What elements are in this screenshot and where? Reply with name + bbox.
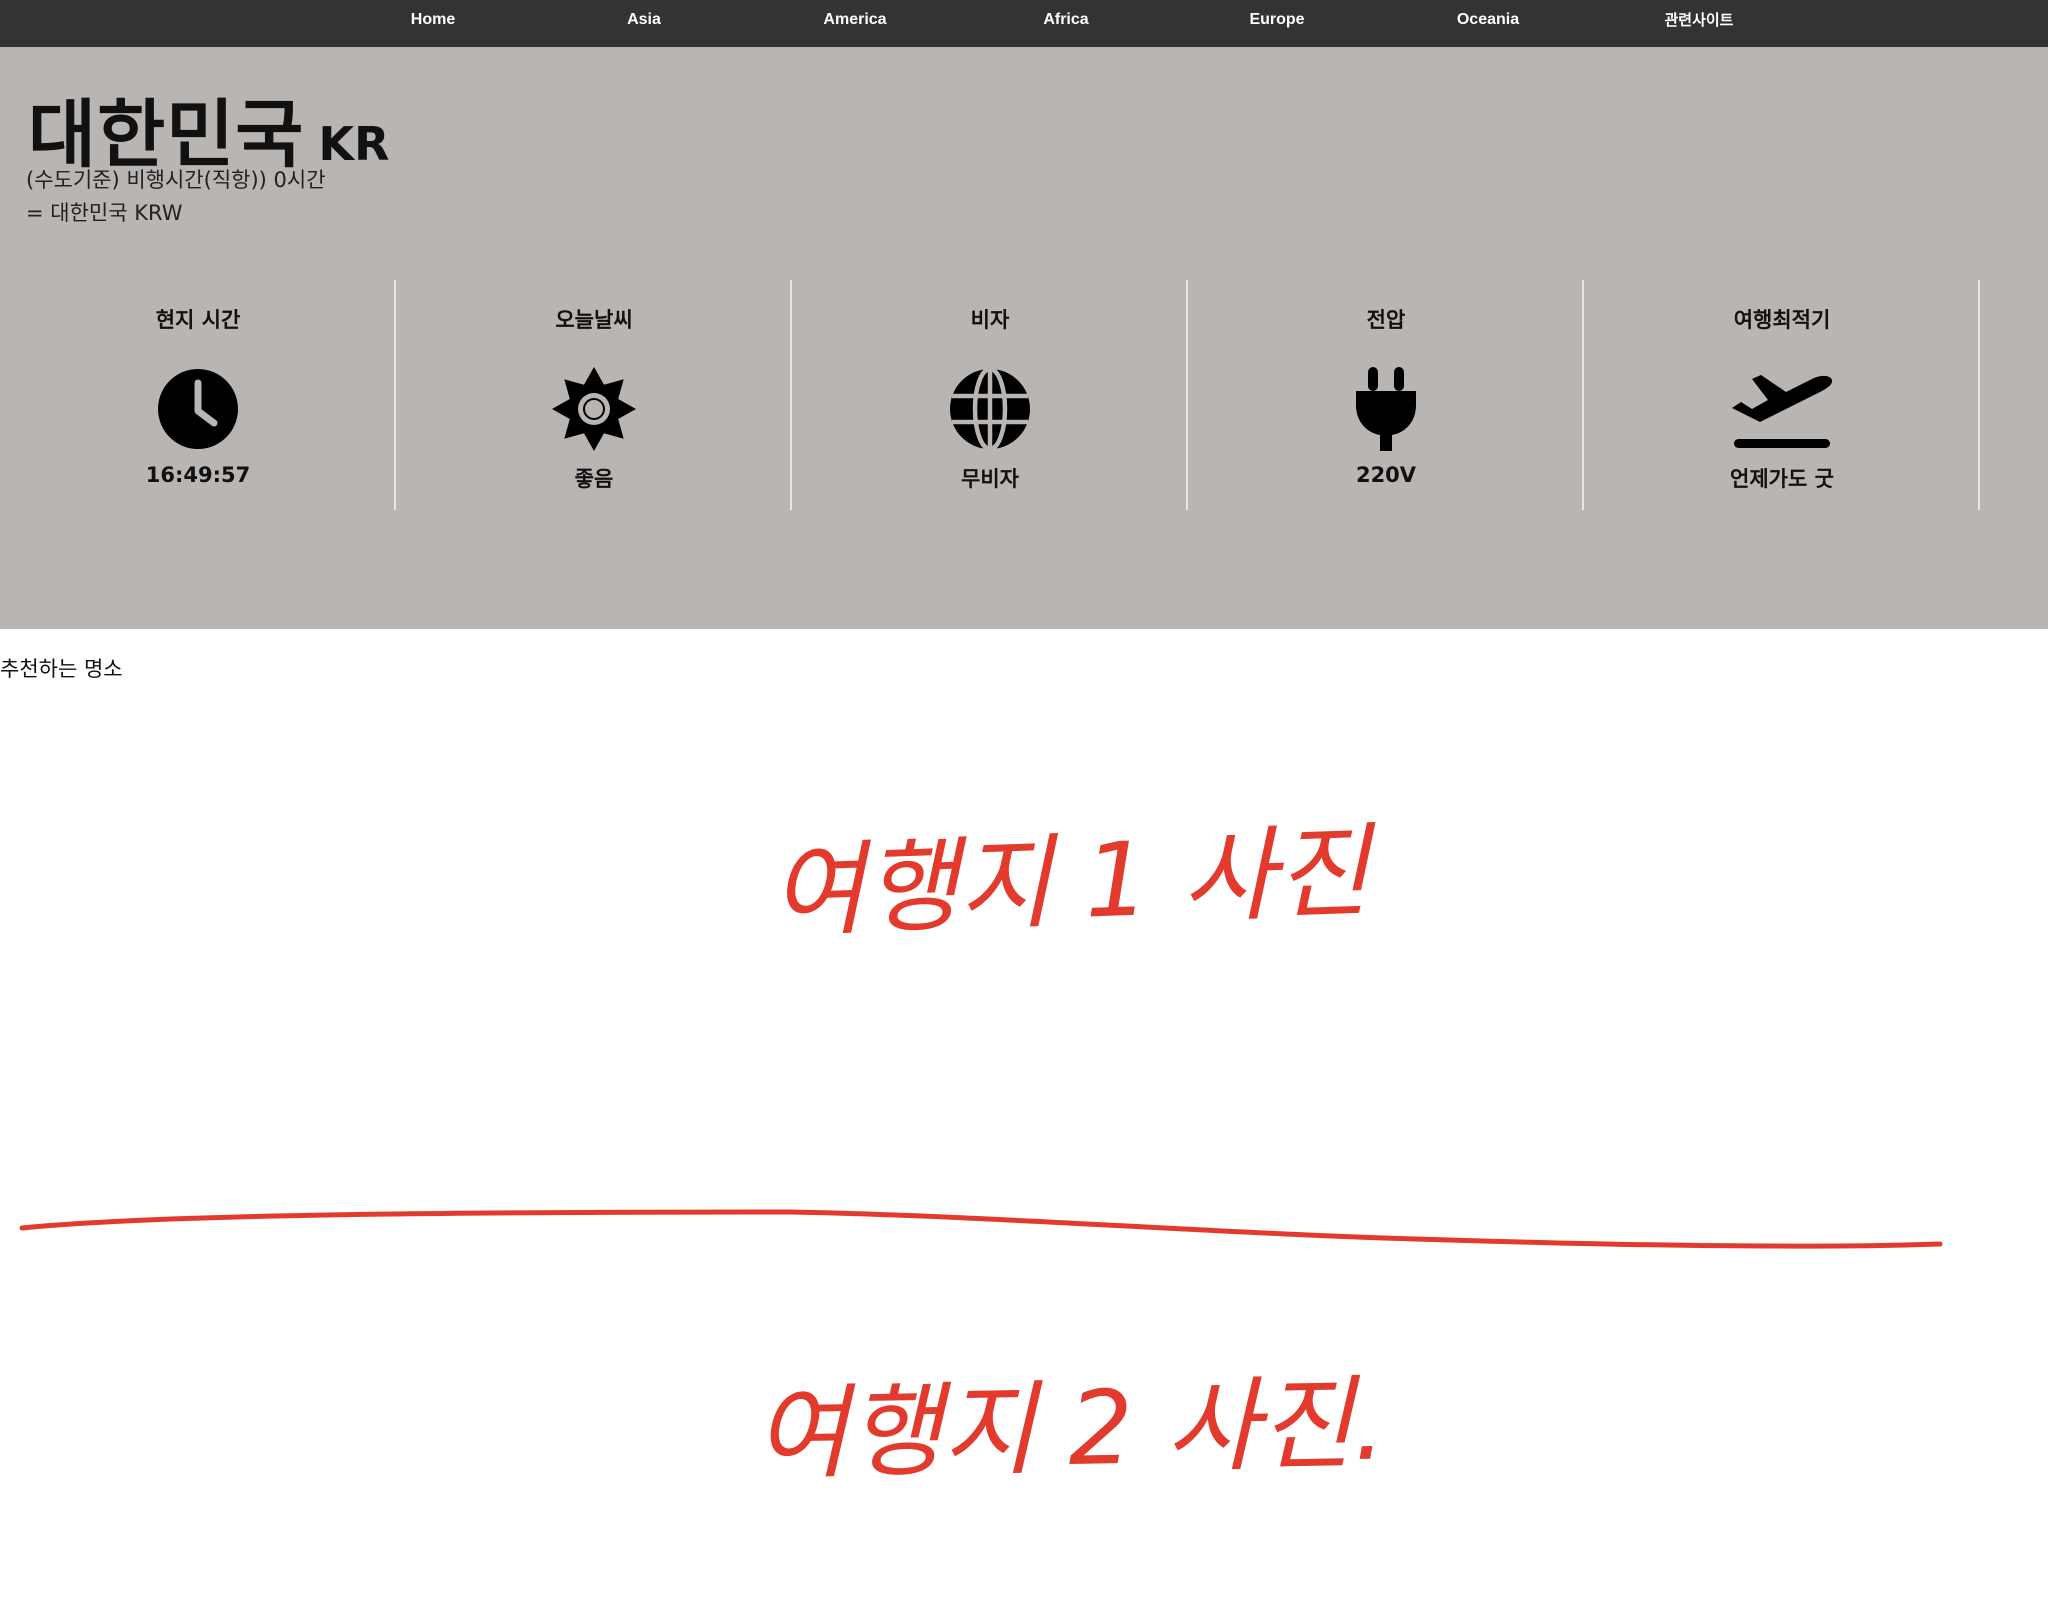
currency-info: = 대한민국 KRW [26,201,183,225]
best-season-card: 여행최적기 언제가도 굿 [1584,280,1980,510]
card-value: 좋음 [574,467,614,491]
destination-1-photo-label: 여행지 1 사진 [769,812,1380,952]
flight-time-info: (수도기준) 비행시간(직항)) 0시간 [26,168,326,192]
nav-europe-link[interactable]: Europe [1187,0,1367,40]
country-hero-section: 대한민국 KR (수도기준) 비행시간(직항)) 0시간 = 대한민국 KRW 현… [0,47,2048,629]
nav-africa-link[interactable]: Africa [976,0,1156,40]
destination-2-photo-placeholder: 여행지 2 사진. [0,1352,2048,1512]
nav-related-sites-link[interactable]: 관련사이트 [1609,0,1789,40]
destination-1-photo-placeholder: 여행지 1 사진 [0,802,2048,962]
card-value: 16:49:57 [145,463,251,487]
voltage-card: 전압 220V [1188,280,1584,510]
sun-icon [552,367,636,451]
nav-home-link[interactable]: Home [343,0,523,40]
plane-departure-icon [1730,367,1834,451]
card-title: 전압 [1366,308,1406,332]
local-time-card: 현지 시간 16:49:57 [0,280,396,510]
visa-card: 비자 무비자 [792,280,1188,510]
globe-icon [948,367,1032,451]
card-value: 언제가도 굿 [1730,467,1834,491]
nav-america-link[interactable]: America [765,0,945,40]
recommended-places-title: 추천하는 명소 [0,657,123,681]
card-title: 오늘날씨 [555,308,633,332]
country-code: KR [318,117,390,171]
card-value: 무비자 [961,467,1019,491]
hand-drawn-divider [0,1196,2048,1270]
nav-oceania-link[interactable]: Oceania [1398,0,1578,40]
clock-icon [156,367,240,451]
card-title: 여행최적기 [1733,308,1831,332]
card-value: 220V [1355,463,1417,487]
nav-asia-link[interactable]: Asia [554,0,734,40]
top-navigation-bar: Home Asia America Africa Europe Oceania … [0,0,2048,47]
plug-icon [1344,367,1428,451]
card-title: 현지 시간 [155,308,241,332]
destination-2-photo-label: 여행지 2 사진. [753,1364,1386,1494]
card-title: 비자 [970,308,1010,332]
card-divider [1978,280,1980,510]
weather-card: 오늘날씨 좋음 [396,280,792,510]
